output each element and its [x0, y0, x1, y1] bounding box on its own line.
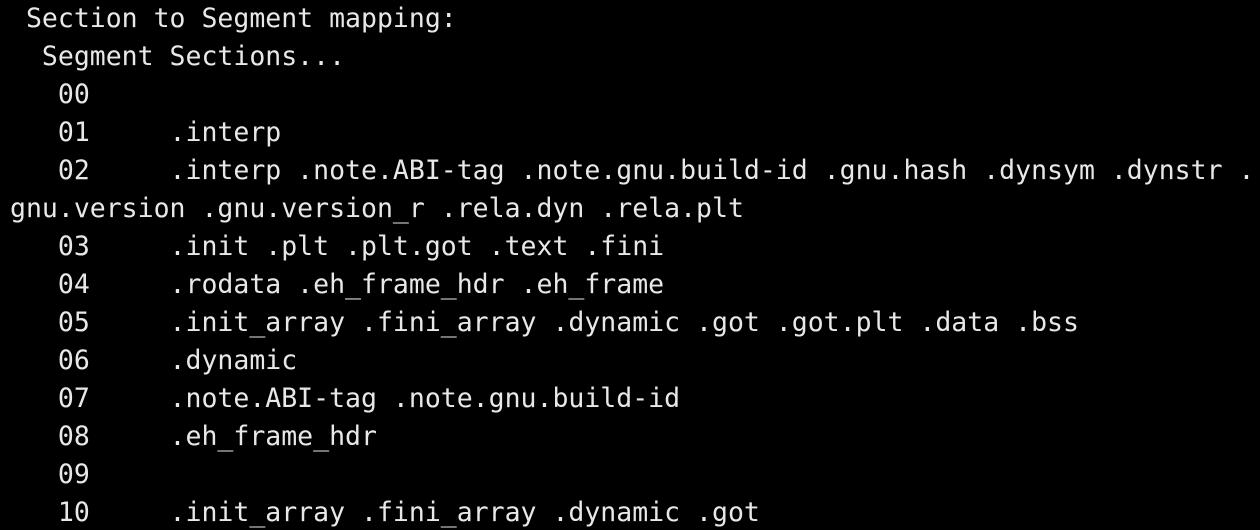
terminal-line: 10 .init_array .fini_array .dynamic .got: [10, 497, 776, 528]
terminal-line: Segment Sections...: [10, 41, 346, 72]
terminal-line: 00: [10, 79, 170, 110]
terminal-window[interactable]: Section to Segment mapping: Segment Sect…: [0, 0, 1260, 530]
terminal-line: 08 .eh_frame_hdr: [10, 421, 393, 452]
terminal-line: Section to Segment mapping:: [10, 3, 457, 34]
terminal-line: gnu.version .gnu.version_r .rela.dyn .re…: [10, 193, 760, 224]
terminal-line: 07 .note.ABI-tag .note.gnu.build-id: [10, 383, 697, 414]
terminal-line: 02 .interp .note.ABI-tag .note.gnu.build…: [10, 155, 1255, 186]
terminal-line: 01 .interp: [10, 117, 298, 148]
terminal-line: 04 .rodata .eh_frame_hdr .eh_frame: [10, 269, 681, 300]
terminal-line: 03 .init .plt .plt.got .text .fini: [10, 231, 681, 262]
terminal-line: 06 .dynamic: [10, 345, 314, 376]
terminal-line: 05 .init_array .fini_array .dynamic .got…: [10, 307, 1095, 338]
terminal-line: 09: [10, 459, 170, 490]
